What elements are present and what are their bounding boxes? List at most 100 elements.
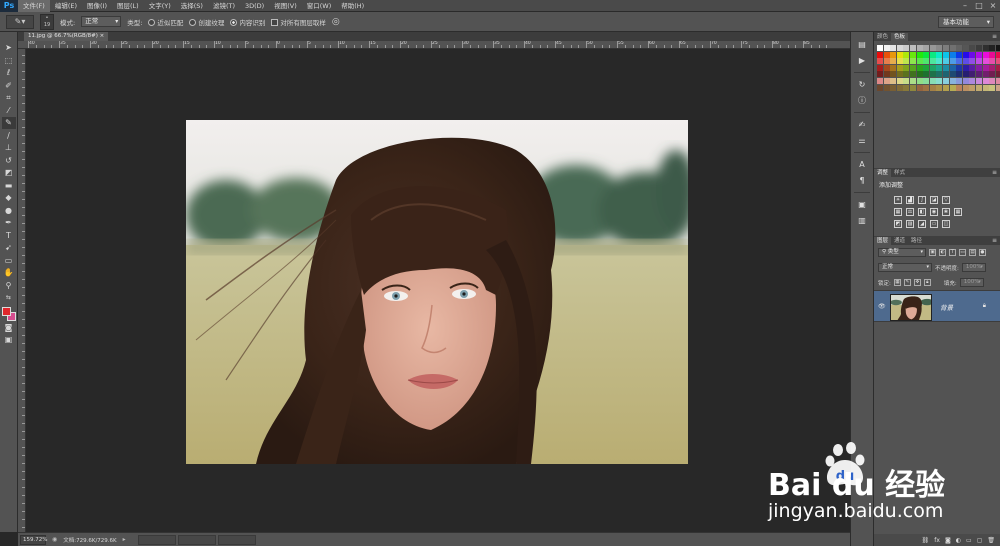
levels-icon[interactable]: ▟ (906, 196, 914, 204)
filter-shape-icon[interactable]: ▭ (959, 249, 966, 256)
extra-tab[interactable] (217, 534, 256, 545)
sample-all-layers-checkbox[interactable]: 对所有图层取样 (271, 17, 326, 27)
timeline-tab[interactable] (177, 534, 216, 545)
swatch[interactable] (956, 51, 963, 58)
swatch[interactable] (989, 51, 996, 58)
swatch[interactable] (916, 77, 923, 84)
filter-smart-icon[interactable]: ▤ (969, 249, 976, 256)
swatch[interactable] (989, 58, 996, 65)
panel-menu-icon[interactable]: ≡ (992, 237, 997, 244)
history-panel-icon[interactable]: ▤ (854, 38, 870, 51)
swatch[interactable] (916, 64, 923, 71)
eraser-tool-icon[interactable]: ◩ (2, 167, 16, 179)
swatch[interactable] (896, 51, 903, 58)
swatch[interactable] (877, 58, 883, 65)
swatch[interactable] (949, 64, 956, 71)
tool-preset-picker[interactable]: ✎▾ (6, 14, 34, 29)
stamp-tool-icon[interactable]: ⊥ (2, 142, 16, 154)
tab-channels[interactable]: 通道 (891, 237, 908, 245)
brush-size-picker[interactable]: • 19 (40, 13, 54, 30)
filter-pixel-icon[interactable]: ▣ (929, 249, 936, 256)
swatch[interactable] (989, 45, 996, 51)
swatch[interactable] (909, 71, 916, 78)
swatch[interactable] (923, 84, 930, 91)
swatch[interactable] (995, 45, 1000, 51)
status-info-icon[interactable]: ◉ (52, 536, 57, 543)
swatch[interactable] (982, 51, 989, 58)
swatch[interactable] (883, 45, 890, 51)
swatch[interactable] (929, 84, 936, 91)
tab-styles[interactable]: 样式 (891, 169, 908, 177)
type-proximity-radio[interactable]: 近似匹配 (148, 17, 183, 27)
character-panel-icon[interactable]: A (854, 158, 870, 171)
swatch[interactable] (942, 51, 949, 58)
swatch[interactable] (995, 77, 1000, 84)
swatch[interactable] (929, 58, 936, 65)
swatch[interactable] (877, 51, 883, 58)
swatch[interactable] (936, 58, 943, 65)
posterize-icon[interactable]: ▨ (906, 220, 914, 228)
swatch[interactable] (903, 64, 910, 71)
opacity-field[interactable]: 100% (961, 263, 986, 272)
swatch[interactable] (982, 71, 989, 78)
swatch[interactable] (975, 84, 982, 91)
menu-item[interactable]: 文字(Y) (144, 0, 176, 12)
swatch[interactable] (896, 77, 903, 84)
clone-source-icon[interactable]: ⚌ (854, 134, 870, 147)
minibridge-tab[interactable] (137, 534, 176, 545)
swatch[interactable] (909, 84, 916, 91)
swatch[interactable] (929, 71, 936, 78)
swatch[interactable] (969, 64, 976, 71)
type-texture-radio[interactable]: 创建纹理 (189, 17, 224, 27)
gradient-map-icon[interactable]: ▭ (930, 220, 938, 228)
info-panel-icon[interactable]: ⓘ (854, 94, 870, 107)
zoom-tool-icon[interactable]: ⚲ (2, 280, 16, 292)
swatch[interactable] (896, 45, 903, 51)
swatch[interactable] (956, 58, 963, 65)
swatch[interactable] (916, 71, 923, 78)
swatch[interactable] (896, 64, 903, 71)
swatch[interactable] (929, 77, 936, 84)
curves-icon[interactable]: ∫ (918, 196, 926, 204)
actions-panel-icon[interactable]: ▶ (854, 54, 870, 67)
swatch[interactable] (956, 64, 963, 71)
menu-item[interactable]: 选择(S) (176, 0, 208, 12)
swatch[interactable] (923, 64, 930, 71)
swatch[interactable] (923, 77, 930, 84)
swatch[interactable] (962, 45, 969, 51)
swatch[interactable] (956, 77, 963, 84)
swatch[interactable] (909, 58, 916, 65)
blur-tool-icon[interactable]: ◆ (2, 192, 16, 204)
swatch[interactable] (929, 64, 936, 71)
menu-item[interactable]: 图像(I) (82, 0, 112, 12)
swatch[interactable] (969, 77, 976, 84)
hue-saturation-icon[interactable]: ▦ (894, 208, 902, 216)
swatch[interactable] (942, 84, 949, 91)
black-white-icon[interactable]: ◧ (918, 208, 926, 216)
swatch[interactable] (989, 77, 996, 84)
swatch[interactable] (942, 58, 949, 65)
brightness-icon[interactable]: ☀ (894, 196, 902, 204)
swatch[interactable] (995, 51, 1000, 58)
swatch[interactable] (949, 45, 956, 51)
tab-color[interactable]: 颜色 (874, 33, 891, 41)
swatch[interactable] (989, 64, 996, 71)
lock-transparent-icon[interactable]: ▦ (893, 279, 901, 286)
swatch[interactable] (936, 84, 943, 91)
swatch[interactable] (969, 51, 976, 58)
move-tool-icon[interactable]: ➤ (2, 42, 16, 54)
menu-item[interactable]: 窗口(W) (302, 0, 337, 12)
swatch[interactable] (916, 58, 923, 65)
layer-name[interactable]: 背景 (940, 302, 953, 312)
swatch[interactable] (969, 45, 976, 51)
swatch[interactable] (883, 64, 890, 71)
menu-item[interactable]: 帮助(H) (336, 0, 369, 12)
swatch[interactable] (909, 77, 916, 84)
panel-menu-icon[interactable]: ≡ (992, 169, 997, 176)
quick-mask-icon[interactable]: ◙ (2, 322, 16, 334)
swatch[interactable] (877, 71, 883, 78)
swatch[interactable] (969, 84, 976, 91)
zoom-level-field[interactable]: 159.72% (20, 534, 47, 545)
swatch[interactable] (903, 84, 910, 91)
swatch[interactable] (962, 64, 969, 71)
